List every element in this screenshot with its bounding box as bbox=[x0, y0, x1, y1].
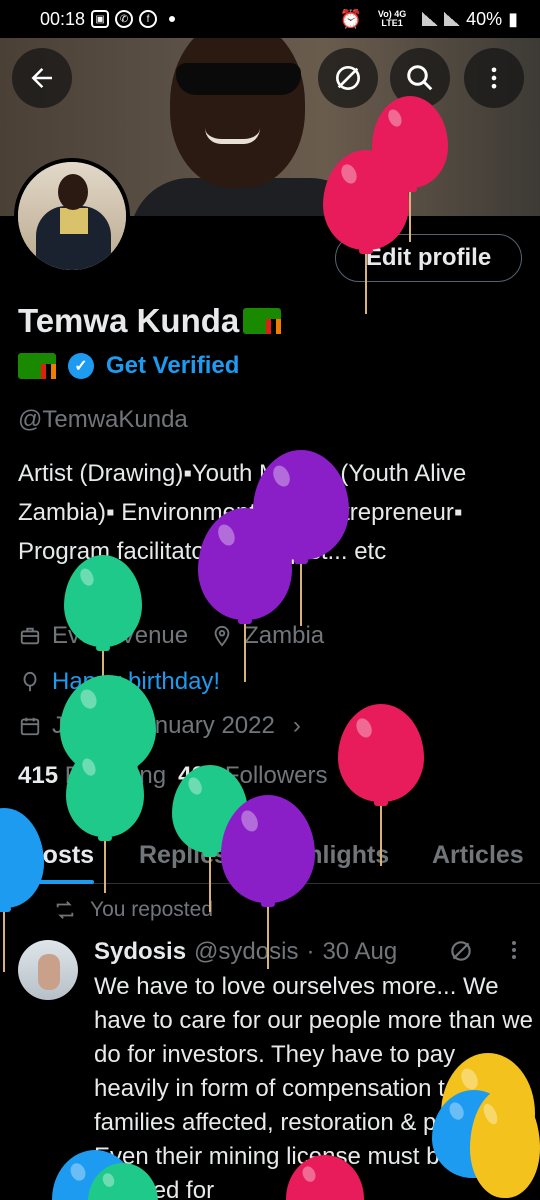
zambia-flag-icon-2 bbox=[18, 353, 56, 379]
status-time: 00:18 bbox=[40, 8, 86, 29]
whatsapp-icon: ✆ bbox=[115, 10, 134, 28]
zambia-flag-icon bbox=[243, 308, 282, 334]
tab-articles[interactable]: Articles bbox=[432, 826, 524, 884]
location-label: Zambia bbox=[244, 622, 325, 649]
signal-icon-2 bbox=[444, 12, 461, 26]
alarm-icon: ⏰ bbox=[339, 8, 363, 29]
calendar-icon bbox=[18, 714, 42, 738]
battery-label: 40% bbox=[466, 8, 503, 29]
post-grok-icon[interactable] bbox=[448, 938, 474, 971]
facebook-icon: f bbox=[139, 10, 158, 28]
signal-icon bbox=[422, 12, 439, 26]
repost-indicator: You reposted bbox=[54, 898, 213, 922]
profile-bio: Artist (Drawing)▪Youth Mentor (Youth Ali… bbox=[18, 460, 467, 565]
get-verified-link[interactable]: Get Verified bbox=[106, 352, 239, 380]
network-label: Vo) 4G LTE1 bbox=[377, 9, 407, 28]
more-vertical-icon bbox=[491, 67, 497, 89]
profile-tabs: Posts Replies Highlights Articles bbox=[0, 826, 540, 884]
grok-button[interactable] bbox=[318, 48, 378, 108]
back-button[interactable] bbox=[12, 48, 72, 108]
chevron-right-icon: › bbox=[292, 712, 301, 739]
repost-label: You reposted bbox=[90, 898, 213, 921]
notification-dot-icon bbox=[169, 16, 176, 22]
joined-label: Joined January 2022 bbox=[52, 712, 275, 739]
search-icon bbox=[407, 65, 433, 91]
category-label: Event Venue bbox=[52, 622, 189, 649]
birthday-balloon bbox=[64, 555, 142, 686]
profile-meta-birthday: Happy birthday! bbox=[18, 668, 220, 696]
edit-profile-button[interactable]: Edit profile bbox=[335, 234, 522, 282]
search-button[interactable] bbox=[390, 48, 450, 108]
more-button[interactable] bbox=[464, 48, 524, 108]
profile-meta-category: Event Venue Zambia bbox=[18, 622, 324, 650]
balloon-icon bbox=[18, 670, 42, 694]
repost-icon bbox=[56, 901, 74, 919]
following-link[interactable]: 415 Following bbox=[18, 762, 166, 790]
birthday-label[interactable]: Happy birthday! bbox=[52, 668, 220, 696]
post-date[interactable]: 30 Aug bbox=[322, 938, 397, 966]
post-author-name[interactable]: Sydosis bbox=[94, 938, 186, 966]
verified-row: ✓ Get Verified bbox=[18, 352, 239, 380]
post-text: We have to love ourselves more... We hav… bbox=[94, 973, 533, 1200]
followers-link[interactable]: 420 Followers bbox=[178, 762, 327, 790]
profile-avatar[interactable] bbox=[14, 158, 130, 274]
post-author-handle[interactable]: @sydosis bbox=[194, 938, 298, 966]
status-bar: 00:18 ▣ ✆ f ⏰ Vo) 4G LTE1 40% ▮ bbox=[0, 0, 540, 38]
tab-posts[interactable]: Posts bbox=[26, 826, 95, 884]
location-pin-icon bbox=[210, 624, 234, 648]
gallery-icon: ▣ bbox=[91, 10, 110, 28]
post-separator: · bbox=[306, 938, 315, 965]
banner-photo bbox=[130, 38, 370, 216]
arrow-left-icon bbox=[31, 68, 52, 88]
briefcase-icon bbox=[18, 624, 42, 648]
profile-meta-joined[interactable]: Joined January 2022 › bbox=[18, 712, 301, 740]
tab-highlights[interactable]: Highlights bbox=[267, 826, 389, 884]
profile-name-text: Temwa Kunda bbox=[18, 302, 240, 339]
battery-icon: ▮ bbox=[508, 8, 518, 29]
profile-name: Temwa Kunda bbox=[18, 302, 282, 340]
follow-stats: 415 Following 420 Followers bbox=[18, 762, 328, 790]
birthday-balloon bbox=[60, 675, 156, 819]
profile-handle: @TemwaKunda bbox=[18, 406, 188, 433]
tab-replies[interactable]: Replies bbox=[139, 826, 228, 884]
post-header: Sydosis @sydosis · 30 Aug bbox=[94, 938, 397, 966]
slash-circle-icon bbox=[336, 66, 360, 90]
verified-badge-icon: ✓ bbox=[68, 353, 94, 379]
post-author-avatar[interactable] bbox=[18, 940, 78, 1000]
post-more-icon[interactable] bbox=[502, 938, 526, 969]
